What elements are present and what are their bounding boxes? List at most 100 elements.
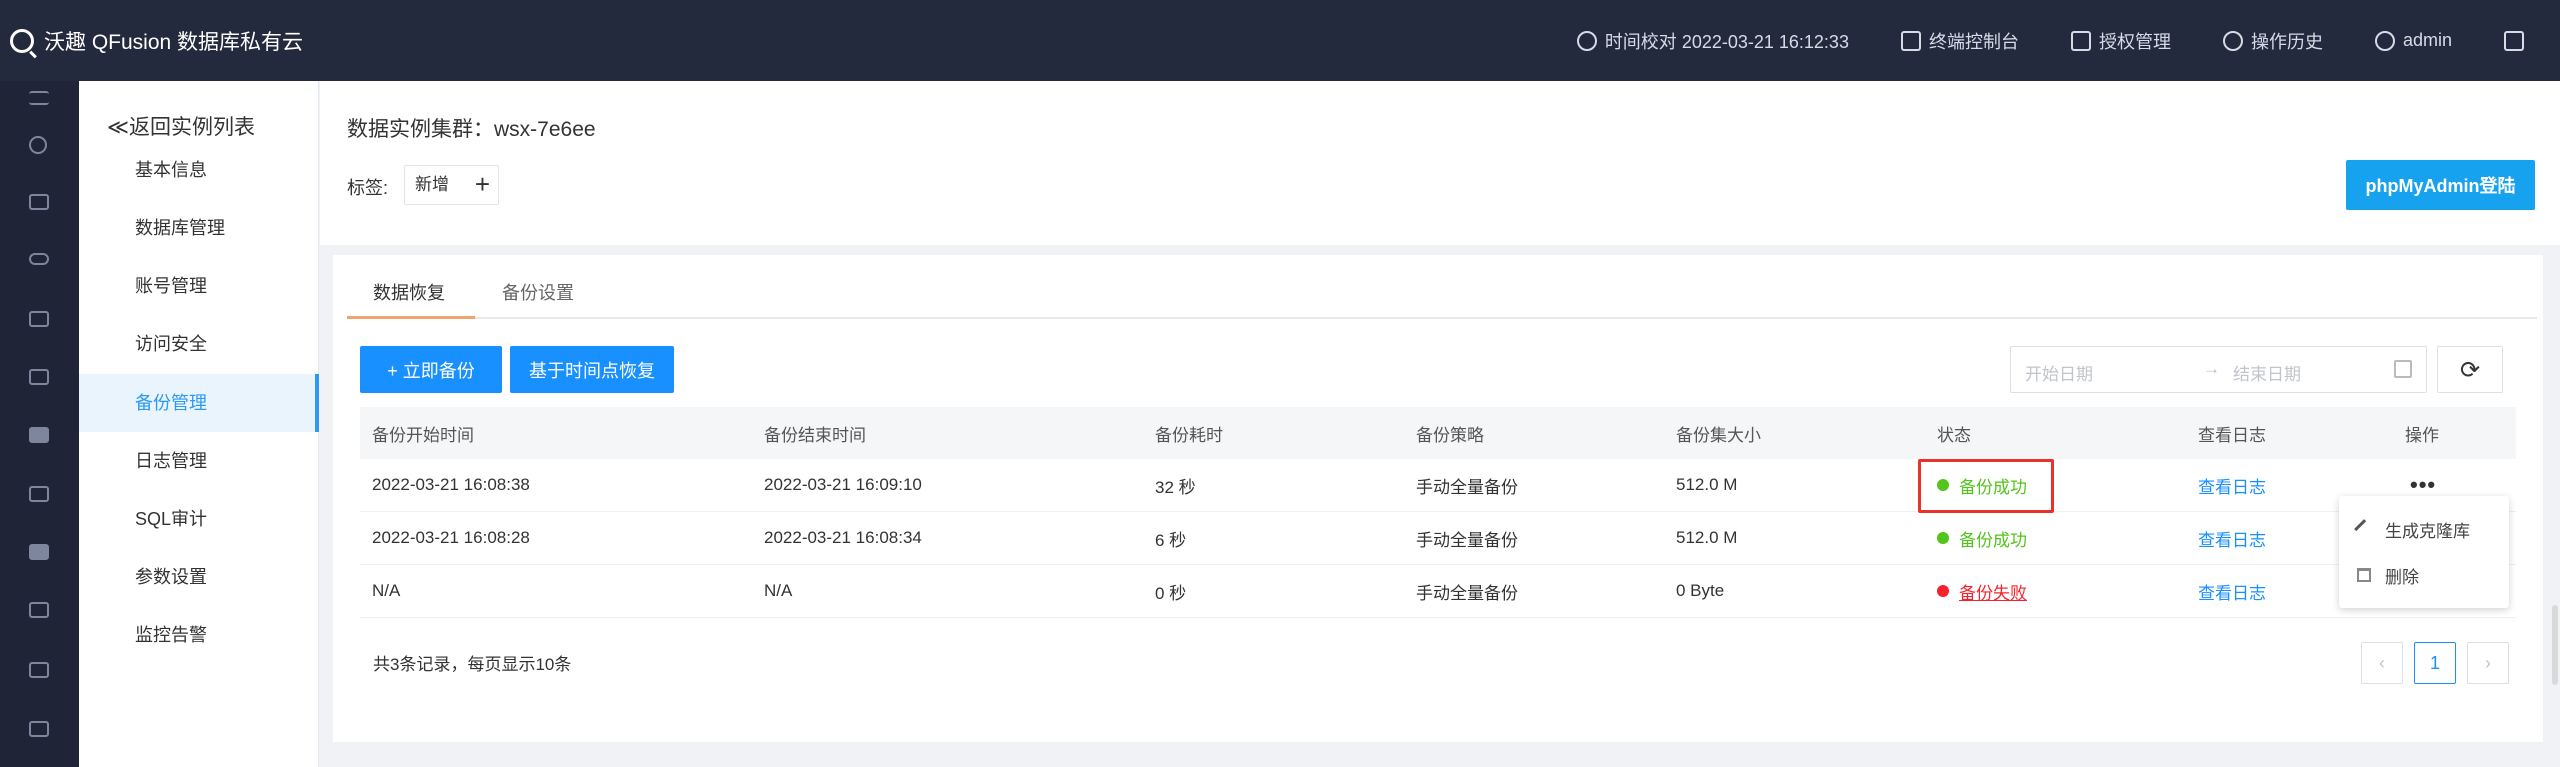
view-log-link[interactable]: 查看日志 [2198,459,2266,511]
dashboard-icon[interactable] [29,136,47,154]
fullscreen-button[interactable] [2504,30,2532,51]
start-time-cell: N/A [372,581,401,600]
hexagon-icon[interactable] [29,486,49,502]
status-highlight-box [1918,459,2054,513]
refresh-button[interactable]: ⟳ [2437,346,2503,393]
table-header: 备份开始时间 备份结束时间 备份耗时 备份策略 备份集大小 状态 查看日志 操作 [360,407,2516,459]
sidebar-item-log-management[interactable]: 日志管理 [79,432,319,490]
history-link[interactable]: 操作历史 [2222,28,2323,54]
brand[interactable]: 沃趣 QFusion 数据库私有云 [10,0,303,81]
view-log-link[interactable]: 查看日志 [2198,565,2266,617]
backup-panel: 数据恢复 备份设置 + 立即备份 基于时间点恢复 开始日期 → 结束日期 ⟳ 备… [333,255,2543,742]
arrow-right-icon: → [2203,359,2220,378]
generate-clone-menu-item[interactable]: 生成克隆库 [2339,506,2509,552]
size-cell: 512.0 M [1676,528,1738,547]
calendar-icon [2394,360,2412,378]
table-row: 2022-03-21 16:08:28 2022-03-21 16:08:34 … [360,512,2516,565]
tab-backup-settings[interactable]: 备份设置 [502,279,574,305]
tag-label: 标签: [347,178,389,198]
end-time-cell: N/A [764,581,793,600]
database-icon[interactable] [29,427,49,443]
column-header: 备份集大小 [1676,425,1761,445]
duration-cell: 32 秒 [1155,477,1196,497]
tab-bar: 数据恢复 备份设置 [347,255,2537,319]
sidebar-item-access-security[interactable]: 访问安全 [79,315,319,373]
logo-icon [10,28,34,53]
start-date-input[interactable]: 开始日期 [2025,360,2093,385]
wrench-icon [2354,519,2374,539]
size-cell: 512.0 M [1676,475,1738,494]
backup-table: 备份开始时间 备份结束时间 备份耗时 备份策略 备份集大小 状态 查看日志 操作… [360,407,2516,618]
top-nav: 时间校对 2022-03-21 16:12:33 终端控制台 授权管理 操作历史… [1576,0,2560,81]
time-sync: 时间校对 2022-03-21 16:12:33 [1576,28,1849,54]
duration-cell: 0 秒 [1155,583,1187,603]
user-menu[interactable]: admin [2374,30,2452,51]
files-icon[interactable] [29,602,49,618]
column-header: 查看日志 [2198,425,2266,445]
terminal-label: 终端控制台 [1928,31,2019,52]
date-range-picker[interactable]: 开始日期 → 结束日期 [2010,346,2427,393]
status-badge: 备份成功 [1937,526,2027,551]
sidebar-item-account-management[interactable]: 账号管理 [79,257,319,315]
add-tag-button[interactable]: 新增 + [404,165,499,205]
status-text: 备份成功 [1959,530,2027,550]
briefcase-icon[interactable] [29,721,49,737]
active-tab-indicator [347,316,475,319]
license-label: 授权管理 [2098,31,2171,52]
backup-now-button[interactable]: + 立即备份 [360,346,502,393]
terminal-console-link[interactable]: 终端控制台 [1900,28,2019,54]
table-row: 2022-03-21 16:08:38 2022-03-21 16:09:10 … [360,459,2516,512]
history-label: 操作历史 [2250,31,2323,52]
status-failed-link[interactable]: 备份失败 [1959,579,2027,604]
back-to-instance-list[interactable]: ≪返回实例列表 [107,111,255,141]
status-cell: 备份失败 [1937,565,2027,617]
clock-icon [1576,30,1597,51]
prev-page-button[interactable]: ‹ [2361,642,2403,684]
size-cell: 0 Byte [1676,581,1725,600]
tab-data-restore[interactable]: 数据恢复 [373,279,445,305]
phpmyadmin-login-button[interactable]: phpMyAdmin登陆 [2346,160,2535,210]
sidebar-item-monitoring-alerts[interactable]: 监控告警 [79,606,319,664]
history-icon [2222,30,2243,51]
stack-icon[interactable] [29,369,49,385]
sidebar-item-basic-info[interactable]: 基本信息 [79,141,319,199]
end-date-input[interactable]: 结束日期 [2233,360,2301,385]
page-1-button[interactable]: 1 [2414,642,2456,684]
top-bar: 沃趣 QFusion 数据库私有云 时间校对 2022-03-21 16:12:… [0,0,2560,81]
sidebar-item-sql-audit[interactable]: SQL审计 [79,490,319,548]
delete-label: 删除 [2385,567,2419,587]
column-header: 备份策略 [1416,425,1484,445]
user-icon [2374,30,2395,51]
layers-icon [2070,30,2091,51]
policy-cell: 手动全量备份 [1416,477,1518,497]
ship-icon[interactable] [29,194,49,210]
menu-toggle-icon[interactable] [29,91,49,105]
table-row: N/A N/A 0 秒 手动全量备份 0 Byte 备份失败 查看日志 [360,565,2516,618]
end-time-cell: 2022-03-21 16:08:34 [764,528,922,547]
brand-name: 沃趣 QFusion 数据库私有云 [44,30,304,54]
view-log-link[interactable]: 查看日志 [2198,512,2266,564]
delete-menu-item[interactable]: 删除 [2339,552,2509,598]
policy-cell: 手动全量备份 [1416,583,1518,603]
pen-icon[interactable] [29,311,49,327]
monitor-icon[interactable] [29,662,49,678]
column-header: 备份耗时 [1155,425,1223,445]
license-link[interactable]: 授权管理 [2070,28,2171,54]
next-page-button[interactable]: › [2467,642,2509,684]
fullscreen-icon [2504,30,2524,51]
column-header: 操作 [2405,425,2439,445]
column-header: 备份开始时间 [372,425,474,445]
scrollbar[interactable] [2552,605,2558,685]
column-header: 状态 [1937,425,1971,445]
add-tag-label: 新增 [415,175,449,194]
fail-dot-icon [1937,585,1949,597]
disk-icon[interactable] [29,253,49,265]
point-in-time-restore-button[interactable]: 基于时间点恢复 [510,346,674,393]
start-time-cell: 2022-03-21 16:08:38 [372,475,530,494]
sidebar-item-parameter-settings[interactable]: 参数设置 [79,548,319,606]
sidebar-item-database-management[interactable]: 数据库管理 [79,199,319,257]
record-summary: 共3条记录，每页显示10条 [373,655,572,674]
sidebar-item-backup-management[interactable]: 备份管理 [79,374,319,432]
shield-icon[interactable] [29,544,49,560]
clone-label: 生成克隆库 [2385,521,2470,541]
